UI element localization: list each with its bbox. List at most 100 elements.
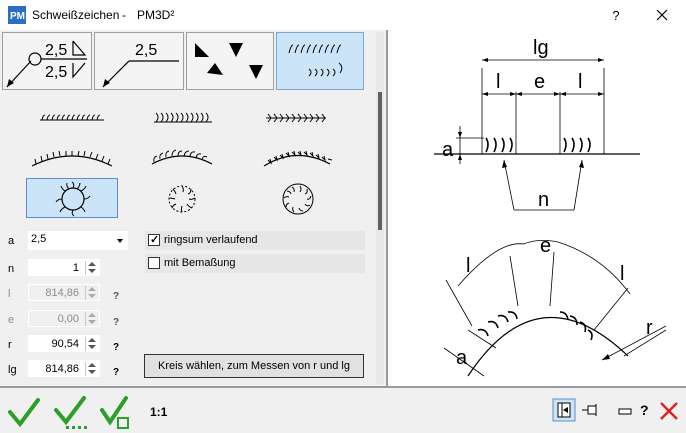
spin-up-icon[interactable] [88,262,96,266]
diagram-label-e: e [534,71,545,93]
preview-diagram: lg l e l a n l e l r a [388,30,686,386]
svg-text:2,5: 2,5 [135,42,157,59]
ringsum-option[interactable]: ✓ ringsum verlaufend [145,231,365,250]
seam-straight-loops[interactable] [136,98,228,136]
r-value: 90,54 [51,338,79,350]
tab-seam-patterns[interactable] [276,32,364,90]
seam-straight-plain[interactable] [26,98,118,136]
field-row-r: r 90,54 ? [0,335,140,355]
checkmark-icon[interactable] [6,396,42,430]
diagram-label-n: n [538,189,549,211]
svg-text:?: ? [640,402,649,418]
l-input: 814,86 [28,284,100,301]
seam-convex-arrows[interactable] [250,136,342,174]
lg-spinner[interactable] [85,362,97,376]
field-row-lg: lg 814,86 ? [0,360,140,380]
measure-circle-button[interactable]: Kreis wählen, zum Messen von r und lg [144,354,364,378]
tab-single-weld-symbol[interactable]: 2,5 [94,32,184,90]
spin-down-icon[interactable] [88,370,96,374]
window-title: Schweißzeichen [32,8,120,22]
title-separator: - [122,8,126,22]
bemassung-option[interactable]: mit Bemaßung [145,254,365,273]
field-label-e: e [8,314,15,326]
checkmark-box-icon[interactable] [98,396,134,430]
lg-help-button[interactable]: ? [113,363,119,383]
n-input[interactable]: 1 [28,259,100,276]
diagram-arc-label-l-left: l [466,255,470,277]
diagram-label-l-left: l [496,71,500,93]
diagram-arc-label-a: a [456,347,468,369]
e-help-button[interactable]: ? [113,313,119,333]
lg-input[interactable]: 814,86 [28,360,100,377]
l-value: 814,86 [45,287,79,299]
ringsum-checkbox[interactable]: ✓ [148,234,160,246]
svg-text:2,5: 2,5 [45,64,67,81]
spin-down-icon [88,294,96,298]
window-subtitle: PM3D² [137,8,175,22]
spin-down-icon[interactable] [88,269,96,273]
field-label-a: a [8,235,15,247]
cancel-icon[interactable] [658,400,680,422]
spin-up-icon[interactable] [88,338,96,342]
scale-label: 1:1 [150,405,168,419]
field-row-n: n 1 [0,259,140,279]
tab-fillet-triangles[interactable] [186,32,274,90]
field-label-r: r [8,339,12,351]
scrollbar-thumb[interactable] [378,92,382,230]
a-combo-value: 2,5 [31,233,47,245]
l-spinner [85,286,97,300]
e-value: 0,00 [57,313,79,325]
a-combo-box[interactable]: 2,5 [28,231,128,250]
field-row-l: l 814,86 ? [0,284,140,304]
chevron-down-icon[interactable] [117,239,123,243]
lg-value: 814,86 [45,363,79,375]
svg-text:2,5: 2,5 [45,42,67,59]
spin-up-icon[interactable] [88,363,96,367]
r-help-button[interactable]: ? [113,338,119,358]
diagram-label-l-right: l [578,71,582,93]
spin-up-icon [88,287,96,291]
e-spinner [85,312,97,326]
checkmark-dotted-icon[interactable] [52,396,88,430]
close-icon[interactable] [650,4,674,26]
r-spinner[interactable] [85,337,97,351]
seam-circle-loops[interactable] [250,178,342,218]
minimize-icon[interactable] [618,404,632,418]
e-input: 0,00 [28,310,100,327]
seam-circle-outward[interactable] [26,178,118,218]
l-help-button[interactable]: ? [113,287,119,307]
symbol-type-tabs: 2,5 2,5 2,5 [2,32,364,90]
bottom-toolbar: 1:1 ? [0,386,686,433]
pin-icon[interactable] [580,400,600,420]
diagram-label-lg: lg [533,37,549,59]
field-label-lg: lg [8,364,17,376]
field-row-e: e 0,00 ? [0,310,140,330]
settings-panel: 2,5 2,5 2,5 a 2,5 n 1 l 814,86 ? e 0,00 … [0,30,386,386]
spin-down-icon [88,320,96,324]
help-icon[interactable]: ? [638,401,652,419]
checkmark-icon: ✓ [150,234,160,246]
tab-double-weld-symbol[interactable]: 2,5 2,5 [2,32,92,90]
field-row-a: a 2,5 [0,231,140,251]
help-button[interactable]: ? [604,6,628,26]
bemassung-label: mit Bemaßung [164,257,236,269]
seam-circle-inward[interactable] [136,178,228,218]
seam-straight-arrows[interactable] [250,98,342,136]
bemassung-checkbox[interactable] [148,257,160,269]
spin-down-icon[interactable] [88,345,96,349]
diagram-arc-label-l-right: l [620,263,624,285]
diagram-arc-label-e: e [540,235,551,257]
title-bar: PM Schweißzeichen - PM3D² ? [0,0,686,30]
field-label-l: l [8,288,11,300]
app-logo-icon: PM [8,6,26,24]
seam-convex-plain[interactable] [26,136,118,174]
n-spinner[interactable] [85,261,97,275]
field-label-n: n [8,263,15,275]
dock-panel-icon[interactable] [552,398,576,422]
seam-convex-loops[interactable] [136,136,228,174]
r-input[interactable]: 90,54 [28,335,100,352]
diagram-arc-label-r: r [646,317,653,339]
spin-up-icon [88,313,96,317]
ringsum-label: ringsum verlaufend [164,234,258,246]
svg-text:PM: PM [10,11,25,22]
